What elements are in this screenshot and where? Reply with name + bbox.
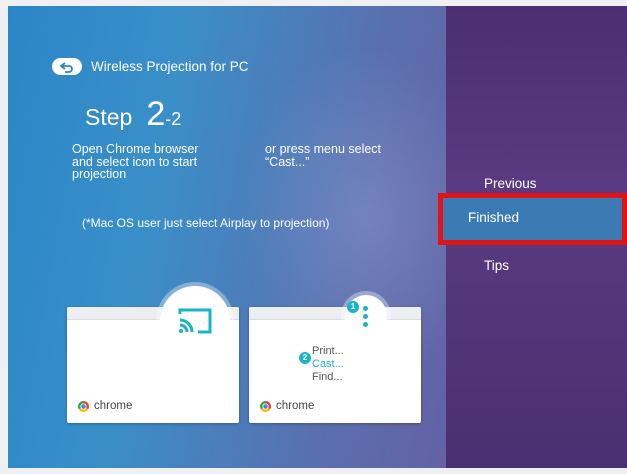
- back-button[interactable]: [52, 58, 82, 75]
- menu-item-find: Find...: [312, 371, 343, 383]
- cast-icon-bubble: [160, 286, 230, 356]
- instruction-left: Open Chrome browser and select icon to s…: [72, 142, 199, 181]
- menu-dot: [363, 322, 368, 327]
- step-label: Step: [85, 104, 133, 130]
- nav-item-previous[interactable]: Previous: [484, 176, 537, 191]
- page-header: Wireless Projection for PC: [52, 58, 249, 75]
- browser-tab-bar: [249, 307, 421, 320]
- mac-note: (*Mac OS user just select Airplay to pro…: [82, 216, 330, 230]
- nav-item-label: Finished: [468, 210, 520, 225]
- chrome-icon: [260, 400, 271, 412]
- menu-dot: [363, 314, 368, 319]
- step-badge-1: 1: [347, 301, 359, 313]
- step-badge-2: 2: [299, 352, 311, 364]
- step-number: 2: [146, 95, 166, 133]
- page-title: Wireless Projection for PC: [91, 59, 249, 74]
- instruction-right: or press menu select “Cast...”: [265, 142, 382, 169]
- menu-item-cast: Cast...: [312, 358, 344, 370]
- step-substep: -2: [165, 109, 182, 129]
- nav-item-finished[interactable]: Finished: [438, 193, 627, 245]
- chrome-brand: chrome: [78, 400, 132, 412]
- menu-dot: [363, 306, 368, 311]
- chrome-brand: chrome: [260, 400, 314, 412]
- back-arrow-icon: [59, 61, 73, 73]
- chrome-icon: [78, 400, 89, 412]
- chrome-menu-popup: Print... Cast... Find...: [298, 337, 360, 393]
- cast-icon: [178, 308, 212, 334]
- nav-item-tips[interactable]: Tips: [484, 258, 509, 273]
- step-indicator: Step 2-2: [85, 95, 181, 134]
- menu-item-print: Print...: [312, 345, 344, 357]
